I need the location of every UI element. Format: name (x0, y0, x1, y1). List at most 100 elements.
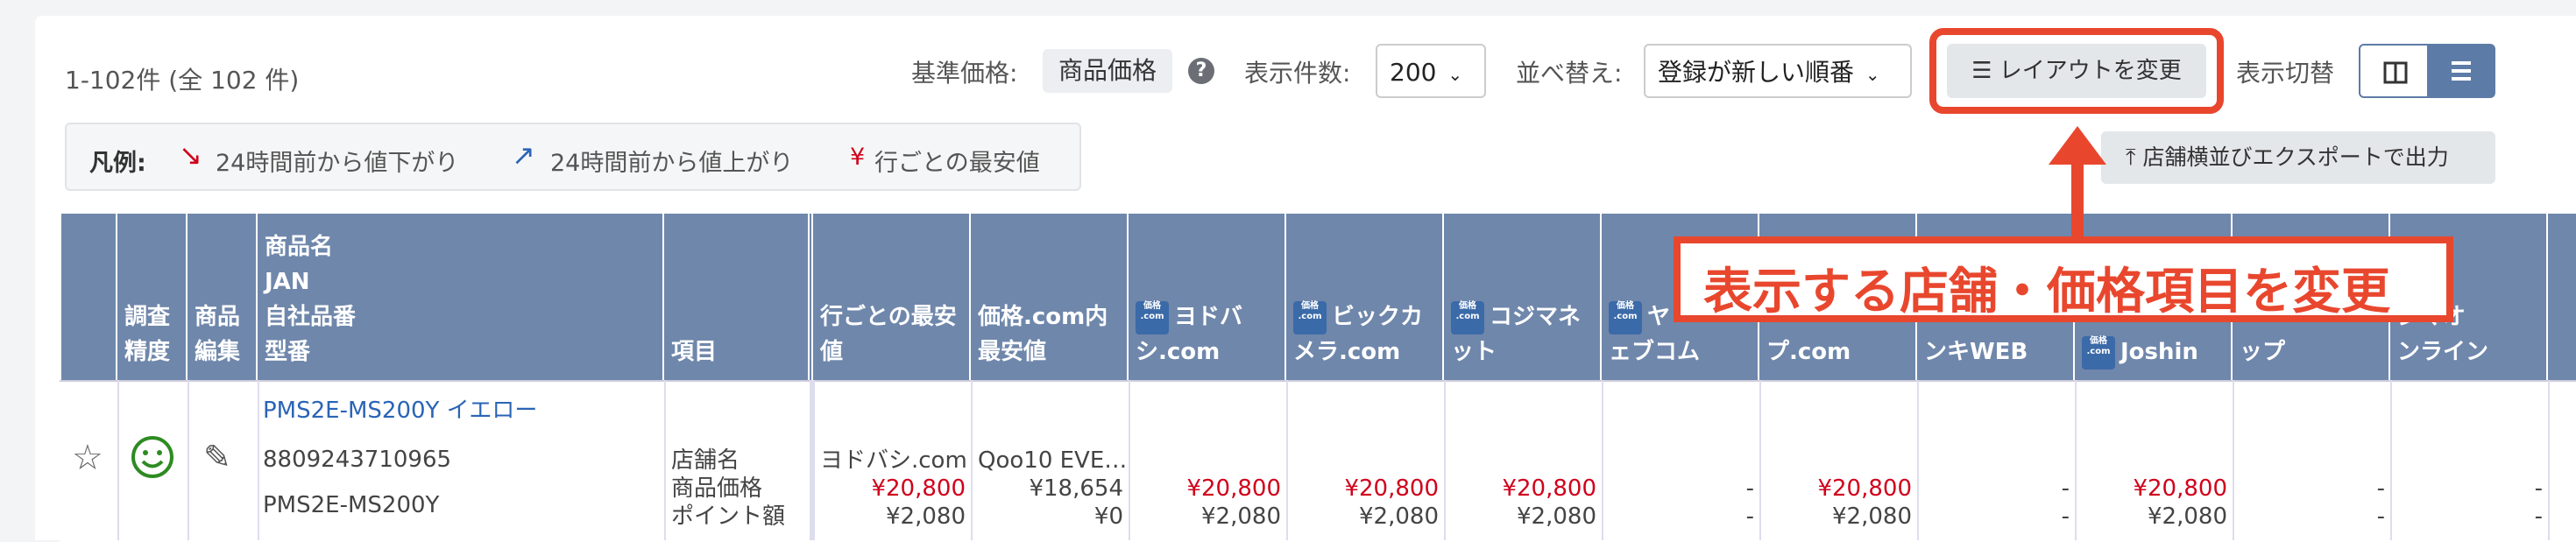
change-layout-button[interactable]: ☰ レイアウトを変更 (1947, 44, 2206, 98)
col-item: 項目 (664, 214, 813, 380)
divider (1759, 380, 1761, 540)
per-page-value: 200 (1390, 58, 1437, 87)
col-store: 価格 .com ヨドバ シ.com (1129, 214, 1286, 380)
price-down-icon: ↘ (179, 138, 202, 172)
price: ¥20,800 (1817, 475, 1912, 502)
divider (117, 380, 119, 540)
base-price-label: 基準価格: (911, 59, 1018, 88)
divider (2390, 380, 2392, 540)
pencil-icon[interactable]: ✎ (203, 438, 231, 476)
store-price-cell: ¥20,800 ¥2,080 (1451, 475, 1596, 531)
model-number: PMS2E-MS200Y (263, 492, 440, 518)
jan-code: 8809243710965 (263, 447, 452, 473)
price: ¥18,654 (1029, 475, 1123, 502)
divider (1917, 380, 1919, 540)
store-logo-icon: 価格 .com (1609, 300, 1642, 334)
header-text: 最安値 (978, 339, 1047, 365)
store-price-cell: ¥20,800 ¥2,080 (1136, 475, 1281, 531)
divider (810, 380, 815, 540)
list-icon (2452, 61, 2471, 81)
store-name: ヨドバシ.com (820, 447, 967, 474)
chevron-down-icon: ⌄ (1447, 64, 1463, 85)
store-logo-icon: 価格 .com (1451, 300, 1484, 334)
points: ¥2,080 (1201, 503, 1281, 530)
divider (1129, 380, 1130, 540)
points: ¥0 (1093, 503, 1123, 530)
divider (1286, 380, 1288, 540)
row-lowest-cell: ヨドバシ.com ¥20,800 ¥2,080 (820, 447, 967, 531)
divider (188, 380, 189, 540)
lowest-mark: ¥ (850, 144, 866, 171)
price-up-icon: ↗ (512, 138, 535, 172)
split-view-button[interactable] (2359, 44, 2429, 98)
store-price-cell: ¥20,800 ¥2,080 (2082, 475, 2227, 531)
price: - (2534, 475, 2543, 502)
export-button[interactable]: ⤒ 店舗横並びエクスポートで出力 (2101, 131, 2495, 184)
view-toggle-label: 表示切替 (2236, 59, 2335, 88)
smiley-icon (131, 436, 173, 478)
chevron-down-icon: ⌄ (1865, 64, 1880, 85)
store-price-cell: -- (2397, 475, 2543, 531)
sort-value: 登録が新しい順番 (1658, 58, 1855, 87)
price: - (2061, 475, 2070, 502)
header-text: ンライン (2397, 339, 2489, 365)
header-text: 精度 (124, 339, 171, 365)
header-text: 調査 (124, 304, 171, 330)
base-price-chip[interactable]: 商品価格 (1043, 49, 1173, 93)
per-page-select[interactable]: 200 ⌄ (1376, 44, 1486, 98)
legend-lowest: 行ごとの最安値 (874, 150, 1040, 177)
sort-label: 並べ替え: (1516, 59, 1623, 88)
header-text: 自社品番 (265, 304, 357, 330)
header-text: ップ (2240, 339, 2286, 365)
points: - (2376, 503, 2385, 530)
store-price-cell: ¥20,800 ¥2,080 (1293, 475, 1439, 531)
header-text: Joshin (2120, 339, 2198, 365)
header-text: コジマネ (1490, 304, 1582, 330)
legend-up: 24時間前から値上がり (550, 150, 794, 177)
divider (971, 380, 973, 540)
price: ¥20,800 (2133, 475, 2227, 502)
annotation-arrow-shaft (2071, 156, 2084, 240)
item-labels: 店舗名 商品価格 ポイント額 (671, 447, 785, 531)
per-page-label: 表示件数: (1244, 59, 1351, 88)
sliders-icon: ☰ (1971, 58, 1992, 84)
help-icon[interactable]: ? (1188, 58, 1214, 84)
store-price-cell: -- (1609, 475, 1754, 531)
columns-icon (2383, 61, 2408, 84)
header-text: ンキWEB (1924, 339, 2028, 365)
product-name-link[interactable]: PMS2E-MS200Y イエロー (263, 392, 537, 425)
legend-title: 凡例: (89, 150, 146, 177)
col-kakaku-lowest: 価格.com内 最安値 (971, 214, 1129, 380)
store-logo-icon: 価格 .com (1293, 300, 1327, 334)
divider (664, 380, 666, 540)
sort-select[interactable]: 登録が新しい順番 ⌄ (1644, 44, 1912, 98)
store-logo-icon: 価格 .com (2082, 335, 2115, 370)
col-survey-accuracy: 調査 精度 (117, 214, 188, 380)
header-text: 項目 (671, 339, 718, 365)
divider (2075, 380, 2077, 540)
header-text: ット (1451, 339, 1497, 365)
points: ¥2,080 (1517, 503, 1596, 530)
item-label: 商品価格 (671, 475, 763, 502)
points: - (2061, 503, 2070, 530)
col-store: 価格 .com コジマネット (1444, 214, 1602, 380)
col-product-info: 商品名 JAN 自社品番 型番 (258, 214, 664, 380)
store-price-cell: -- (2240, 475, 2385, 531)
divider (1444, 380, 1446, 540)
col-star (61, 214, 117, 380)
price: ¥20,800 (871, 475, 966, 502)
item-label: 店舗名 (671, 447, 740, 474)
header-text: 行ごとの最安 (820, 304, 957, 330)
legend-down: 24時間前から値下がり (216, 150, 459, 177)
header-text: ビックカ (1332, 304, 1424, 330)
star-icon[interactable]: ☆ (72, 438, 103, 478)
view-toggle (2359, 44, 2495, 98)
divider (258, 380, 259, 540)
kakaku-lowest-cell: Qoo10 EVE… ¥18,654 ¥0 (978, 447, 1127, 531)
store-price-cell: -- (1924, 475, 2070, 531)
result-count: 1-102件 (全 102 件) (65, 66, 300, 95)
price: ¥20,800 (1502, 475, 1596, 502)
header-text: 商品 (195, 304, 241, 330)
col-store: 価格 .com ビックカ メラ.com (1286, 214, 1444, 380)
list-view-button[interactable] (2427, 44, 2495, 98)
